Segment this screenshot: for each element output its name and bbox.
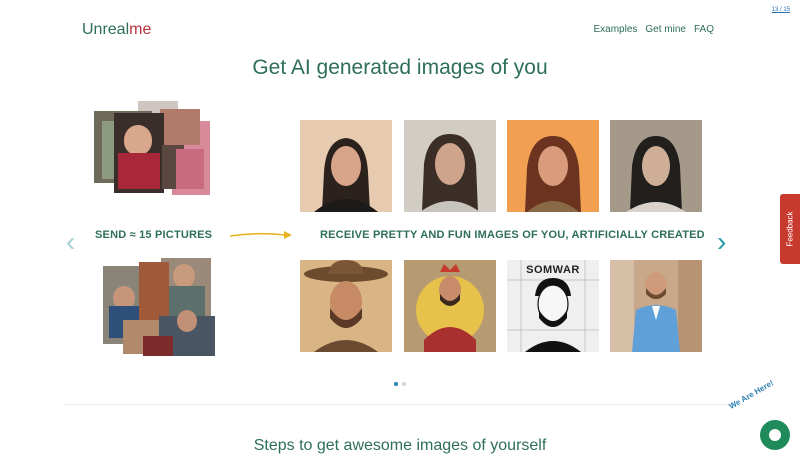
carousel-pagination	[394, 382, 406, 386]
generated-image-man-comic: SOMWAR	[507, 260, 599, 352]
logo[interactable]: Unrealme	[82, 21, 151, 39]
input-photos-collage-man	[103, 258, 215, 358]
hero-title: Get AI generated images of you	[252, 56, 548, 79]
input-photos-collage-woman	[94, 101, 214, 201]
chat-widget[interactable]: We Are Here!	[728, 378, 790, 450]
carousel-prev-chevron-icon[interactable]: ‹	[66, 228, 75, 256]
receive-images-label: RECEIVE PRETTY AND FUN IMAGES OF YOU, AR…	[320, 229, 705, 241]
arrow-right-icon	[229, 231, 292, 239]
logo-part2: me	[129, 21, 152, 38]
generated-image-man-cowboy	[300, 260, 392, 352]
tile-badge-text: SOMWAR	[526, 264, 580, 276]
generated-image-woman-1	[300, 120, 392, 212]
generated-image-woman-2	[404, 120, 496, 212]
carousel-dot-1[interactable]	[394, 382, 398, 386]
send-pictures-label: SEND ≈ 15 PICTURES	[95, 229, 213, 241]
steps-section-title: Steps to get awesome images of yourself	[253, 437, 547, 454]
generated-image-woman-4	[610, 120, 702, 212]
chat-bubble-icon[interactable]	[760, 420, 790, 450]
generated-image-woman-3	[507, 120, 599, 212]
language-switch-label[interactable]: 13 / 15	[772, 7, 790, 13]
section-divider	[64, 404, 736, 405]
generated-image-man-suit	[610, 260, 702, 352]
nav-faq[interactable]: FAQ	[694, 24, 714, 35]
nav-get-mine[interactable]: Get mine	[645, 24, 686, 35]
language-switch[interactable]: 13 / 15	[772, 7, 790, 13]
feedback-label: Feedback	[785, 211, 795, 247]
top-nav: Examples Get mine FAQ	[594, 24, 715, 35]
feedback-tab[interactable]: Feedback	[780, 194, 800, 264]
carousel-dot-2[interactable]	[402, 382, 406, 386]
logo-part1: Unreal	[82, 21, 130, 38]
generated-image-man-king	[404, 260, 496, 352]
chat-widget-label: We Are Here!	[727, 378, 776, 411]
nav-examples[interactable]: Examples	[594, 24, 638, 35]
carousel-next-chevron-icon[interactable]: ›	[717, 228, 726, 256]
